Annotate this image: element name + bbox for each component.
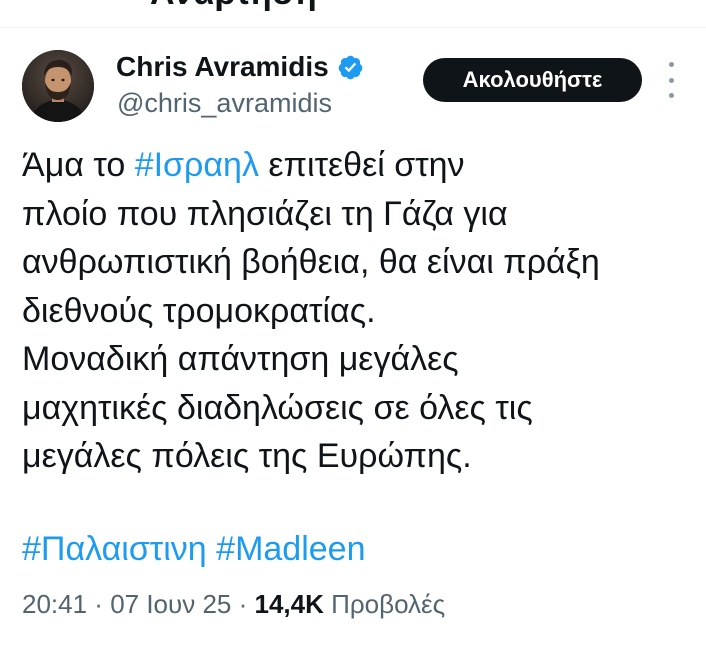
tweet-line: ανθρωπιστική βοήθεια, θα είναι πράξη: [22, 243, 600, 281]
meta-separator: ·: [87, 589, 111, 619]
tweet-view: Ανάρτηση Chris: [0, 0, 706, 650]
tweet-time[interactable]: 20:41: [22, 589, 87, 619]
tweet-meta: 20:41 · 07 Ιουν 25 · 14,4K Προβολές: [22, 586, 445, 622]
tweet-line: διεθνούς τρομοκρατίας.: [22, 291, 376, 330]
tweet-text: Άμα το #Ισραηλ επιτεθεί στην πλοίο που π…: [22, 141, 692, 481]
tweet-line: Άμα το #Ισραηλ επιτεθεί στην: [22, 141, 692, 190]
profile-photo-icon: [22, 50, 94, 122]
verified-badge-icon: [338, 55, 362, 79]
avatar[interactable]: [22, 50, 94, 122]
page-title-cut: Ανάρτηση: [150, 0, 317, 13]
author-handle[interactable]: @chris_avramidis: [117, 87, 332, 119]
author-name-row[interactable]: Chris Avramidis: [116, 50, 364, 84]
dot: [668, 93, 674, 98]
tweet-hashtags: #Παλαιστινη #Madleen: [22, 525, 366, 573]
author-display-name[interactable]: Chris Avramidis: [116, 50, 329, 84]
hashtag-link-palestine[interactable]: #Παλαιστινη: [22, 530, 207, 568]
tweet-text-segment: επιτεθεί στην: [258, 146, 465, 184]
meta-separator: ·: [231, 589, 255, 619]
views-count[interactable]: 14,4K: [255, 589, 324, 619]
header-divider: [0, 27, 706, 28]
tweet-line: μεγάλες πόλεις της Ευρώπης.: [22, 437, 472, 475]
hashtag-link-madleen[interactable]: #Madleen: [216, 530, 365, 568]
tweet-date[interactable]: 07 Ιουν 25: [110, 589, 231, 619]
tweet-line: πλοίο που πλησιάζει τη Γάζα για: [22, 194, 508, 233]
tweet-line: μαχητικές διαδηλώσεις σε όλες τις: [22, 388, 533, 427]
more-vertical-icon[interactable]: [660, 62, 682, 98]
tweet-text-segment: Άμα το: [22, 146, 135, 184]
views-label: Προβολές: [323, 589, 446, 619]
hashtag-link-israel[interactable]: #Ισραηλ: [135, 146, 259, 184]
dot: [668, 77, 674, 83]
tweet-line: Μοναδική απάντηση μεγάλες: [22, 340, 459, 378]
follow-button[interactable]: Ακολουθήστε: [423, 58, 642, 102]
dot: [668, 62, 674, 67]
